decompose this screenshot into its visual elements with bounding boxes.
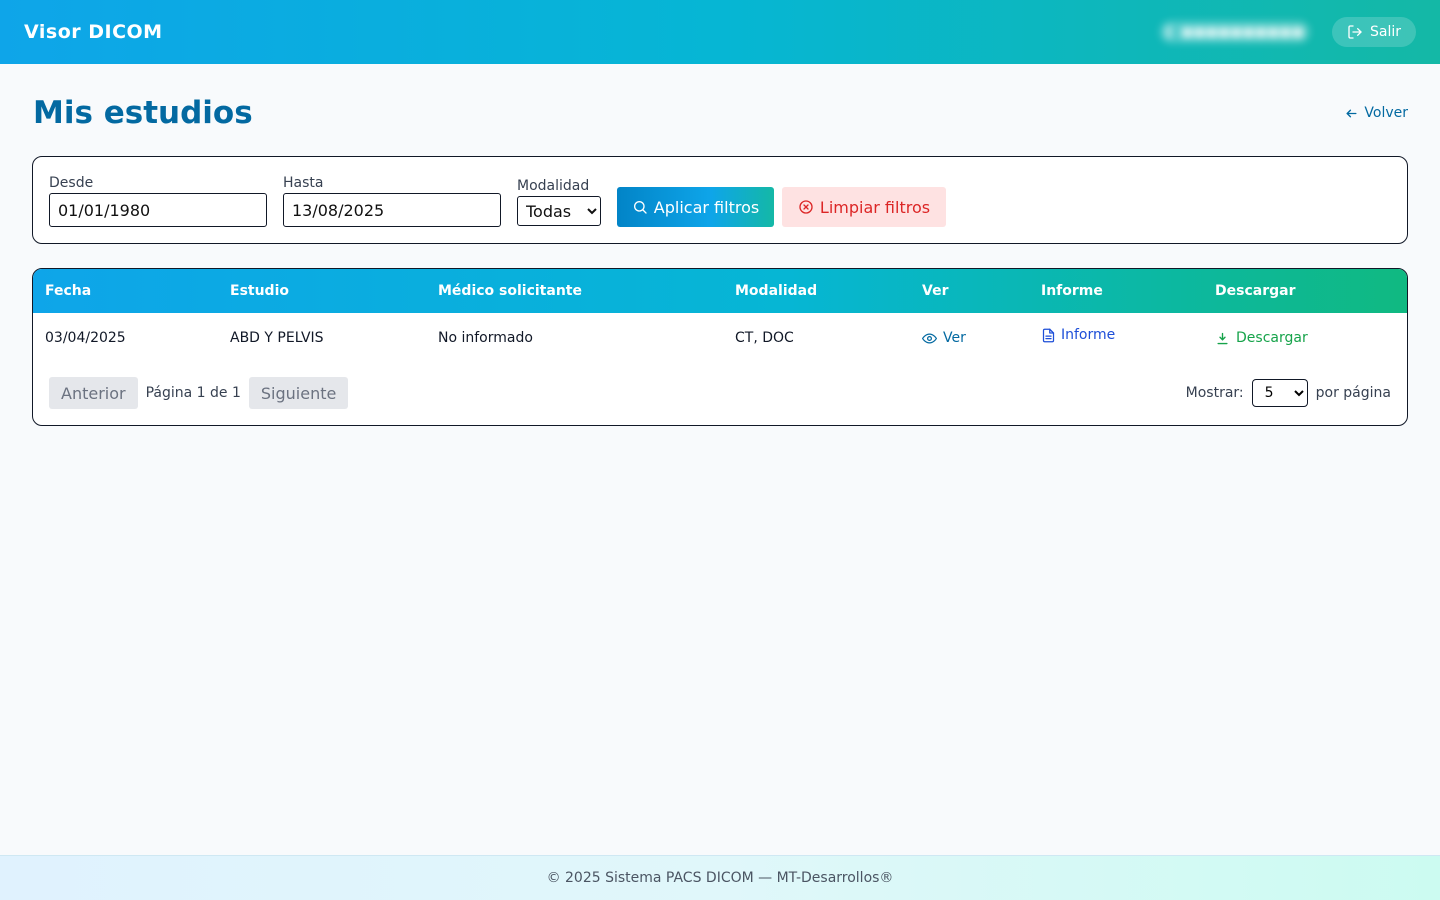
column-header-medico[interactable]: Médico solicitante	[438, 269, 582, 313]
column-header-estudio[interactable]: Estudio	[230, 269, 289, 313]
desde-label: Desde	[49, 175, 94, 191]
pagination: Anterior Página 1 de 1 Siguiente	[49, 377, 349, 409]
cell-modalidad: CT, DOC	[735, 330, 794, 346]
footer-text: © 2025 Sistema PACS DICOM — MT-Desarroll…	[546, 870, 894, 886]
report-link[interactable]: Informe	[1041, 310, 1115, 360]
column-header-ver: Ver	[922, 283, 949, 299]
clear-filters-label: Limpiar filtros	[819, 197, 931, 217]
modalidad-select[interactable]: Todas	[517, 196, 601, 226]
hasta-input[interactable]	[283, 193, 501, 227]
studies-table: Fecha Estudio Médico solicitante Modalid…	[32, 268, 1408, 426]
per-page-select[interactable]: 5	[1251, 379, 1308, 407]
cell-ver: Ver	[922, 313, 966, 363]
user-info-blurred: ■■■■■■■■■■	[1159, 21, 1310, 43]
cell-estudio: ABD Y PELVIS	[230, 330, 324, 346]
column-header-informe: Informe	[1041, 283, 1103, 299]
cell-descargar: Descargar	[1215, 313, 1308, 363]
column-header-fecha[interactable]: Fecha	[45, 269, 91, 313]
x-circle-icon	[799, 200, 813, 214]
cell-fecha: 03/04/2025	[45, 330, 126, 346]
previous-page-button[interactable]: Anterior	[49, 377, 138, 409]
top-right-area: ■■■■■■■■■■ Salir	[1159, 17, 1416, 47]
next-page-button[interactable]: Siguiente	[248, 377, 349, 409]
modalidad-field: Modalidad Todas	[517, 178, 601, 226]
apply-filters-label: Aplicar filtros	[653, 197, 760, 217]
download-icon	[1217, 332, 1228, 344]
table-header: Fecha Estudio Médico solicitante Modalid…	[33, 269, 1407, 313]
column-header-descargar: Descargar	[1215, 283, 1296, 299]
show-label: Mostrar:	[1185, 385, 1244, 401]
clear-filters-button[interactable]: Limpiar filtros	[782, 187, 946, 227]
arrow-left-icon	[1346, 109, 1357, 117]
view-study-label: Ver	[943, 330, 966, 346]
logout-label: Salir	[1369, 24, 1401, 40]
back-link[interactable]: Volver	[1345, 105, 1408, 121]
back-label: Volver	[1364, 105, 1408, 121]
desde-input[interactable]	[49, 193, 267, 227]
app-title: Visor DICOM	[24, 21, 163, 43]
hasta-label: Hasta	[283, 175, 324, 191]
desde-field: Desde	[49, 175, 267, 227]
filter-panel: Desde Hasta Modalidad Todas Aplicar filt…	[32, 156, 1408, 244]
eye-icon	[922, 333, 937, 343]
column-header-modalidad[interactable]: Modalidad	[735, 269, 817, 313]
report-label: Informe	[1061, 327, 1116, 343]
per-page-control: Mostrar: 5 por página	[1186, 379, 1391, 407]
download-link[interactable]: Descargar	[1215, 313, 1308, 363]
user-avatar-icon	[1165, 25, 1172, 39]
page-info: Página 1 de 1	[145, 385, 241, 401]
per-page-suffix: por página	[1315, 385, 1391, 401]
footer: © 2025 Sistema PACS DICOM — MT-Desarroll…	[0, 855, 1440, 900]
logout-button[interactable]: Salir	[1331, 17, 1416, 47]
user-name-blurred: ■■■■■■■■■■	[1181, 24, 1304, 40]
view-study-link[interactable]: Ver	[922, 313, 966, 363]
page-title: Mis estudios	[33, 95, 253, 131]
cell-medico: No informado	[438, 330, 533, 346]
top-bar: Visor DICOM ■■■■■■■■■■ Salir	[0, 0, 1440, 64]
modalidad-label: Modalidad	[517, 178, 590, 194]
download-label: Descargar	[1236, 330, 1308, 346]
cell-informe: Informe	[1041, 313, 1115, 363]
table-row: 03/04/2025 ABD Y PELVIS No informado CT,…	[33, 313, 1407, 363]
hasta-field: Hasta	[283, 175, 501, 227]
document-icon	[1042, 328, 1055, 342]
apply-filters-button[interactable]: Aplicar filtros	[617, 187, 774, 227]
logout-icon	[1348, 25, 1362, 39]
search-icon	[633, 201, 647, 214]
